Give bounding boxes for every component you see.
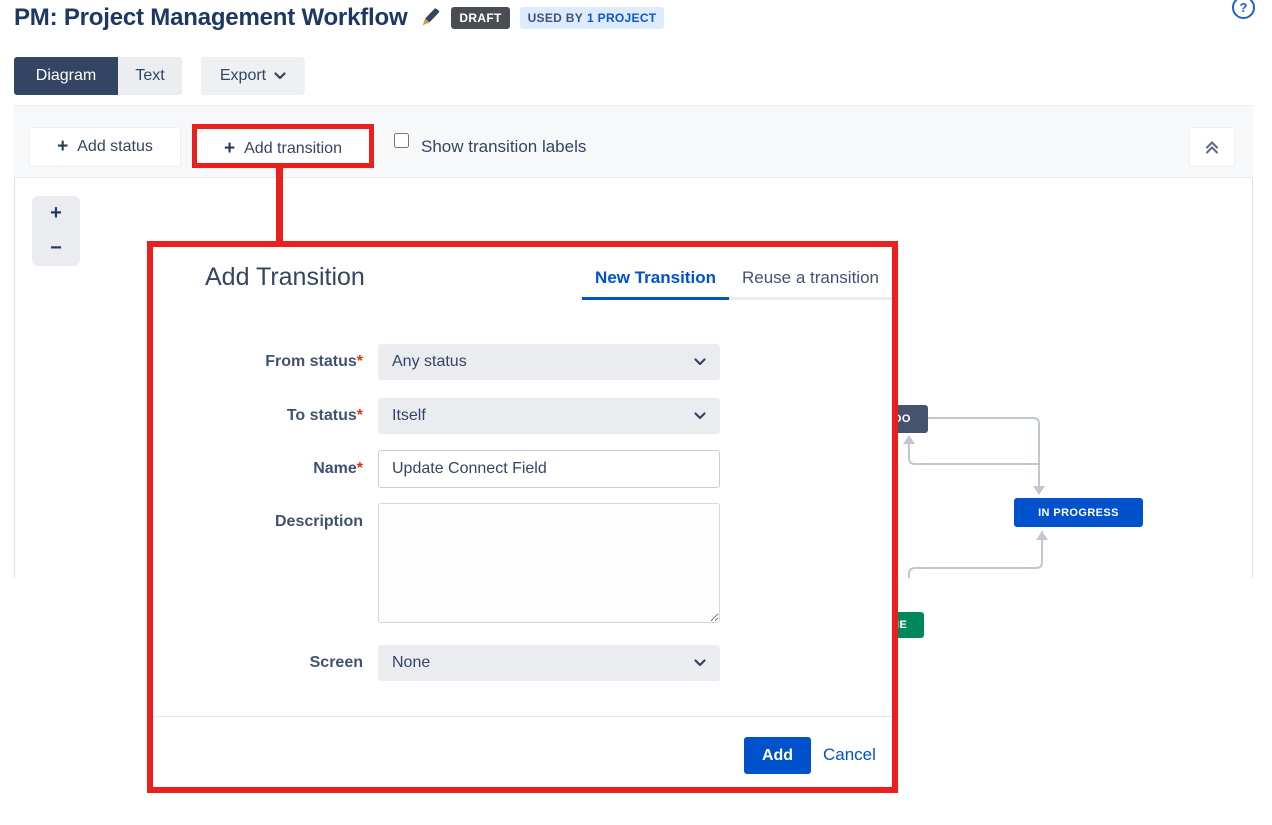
form-row: Screen None [153,645,892,681]
zoom-in-button[interactable]: + [32,196,80,231]
name-input[interactable] [378,450,720,488]
view-tab-bar: Diagram Text Export [14,57,305,95]
form-row: Description [153,503,892,623]
used-by-badge[interactable]: USED BY 1 PROJECT [520,7,665,29]
diagram-toolbar: + Add status + Add transition [14,105,1253,178]
chevron-down-icon [694,412,706,420]
screen-select[interactable]: None [378,645,720,681]
tab-diagram[interactable]: Diagram [14,57,118,95]
tab-text[interactable]: Text [118,57,182,95]
from-status-select[interactable]: Any status [378,344,720,380]
description-textarea[interactable] [378,503,720,623]
dialog-title: Add Transition [205,263,365,292]
description-label: Description [153,503,363,531]
to-status-value: Itself [392,407,426,425]
used-by-label: USED BY [528,11,583,25]
from-status-label: From status* [153,344,363,380]
cancel-link[interactable]: Cancel [823,745,876,765]
form-row: Name* [153,450,892,488]
dialog-footer-divider [153,716,892,717]
form-row: To status* Itself [153,398,892,434]
plus-icon: + [57,137,68,156]
show-transition-labels-control: Show transition labels [394,125,586,169]
screen-label: Screen [153,645,363,681]
double-chevron-up-icon [1203,139,1221,155]
chevron-down-icon [694,659,706,667]
used-by-count: 1 PROJECT [587,11,656,25]
export-label: Export [220,67,266,85]
tab-reuse-a-transition[interactable]: Reuse a transition [729,268,892,300]
collapse-toolbar-button[interactable] [1190,128,1234,166]
screen-value: None [392,654,430,672]
export-menu-button[interactable]: Export [201,57,305,95]
page-title: PM: Project Management Workflow [14,4,407,32]
show-transition-labels-checkbox[interactable] [394,133,409,148]
zoom-out-button[interactable]: − [32,231,80,266]
page-header: PM: Project Management Workflow DRAFT US… [14,4,664,32]
to-status-select[interactable]: Itself [378,398,720,434]
plus-icon: + [224,139,235,158]
name-label: Name* [153,450,363,488]
draft-badge: DRAFT [451,7,509,29]
dialog-tab-bar: New Transition Reuse a transition [582,268,892,300]
zoom-control: + − [32,196,80,266]
add-transition-button[interactable]: + Add transition [197,130,369,168]
edit-pencil-icon[interactable] [419,7,441,29]
form-row: From status* Any status [153,344,892,380]
required-asterisk: * [357,353,363,370]
chevron-down-icon [274,72,286,80]
to-status-label: To status* [153,398,363,434]
add-transition-dialog: Add Transition New Transition Reuse a tr… [147,241,898,793]
add-status-button[interactable]: + Add status [30,128,180,166]
add-status-label: Add status [77,138,153,156]
from-status-value: Any status [392,353,467,371]
add-transition-label: Add transition [244,140,342,158]
show-transition-labels-label[interactable]: Show transition labels [421,125,586,169]
chevron-down-icon [694,358,706,366]
workflow-editor-page: PM: Project Management Workflow DRAFT US… [0,0,1272,825]
required-asterisk: * [357,460,363,477]
add-button[interactable]: Add [744,737,811,774]
annotation-connector-line [276,168,283,242]
tab-new-transition[interactable]: New Transition [582,268,729,300]
required-asterisk: * [357,407,363,424]
status-node-in-progress[interactable]: IN PROGRESS [1014,498,1143,527]
help-icon[interactable]: ? [1232,0,1255,19]
